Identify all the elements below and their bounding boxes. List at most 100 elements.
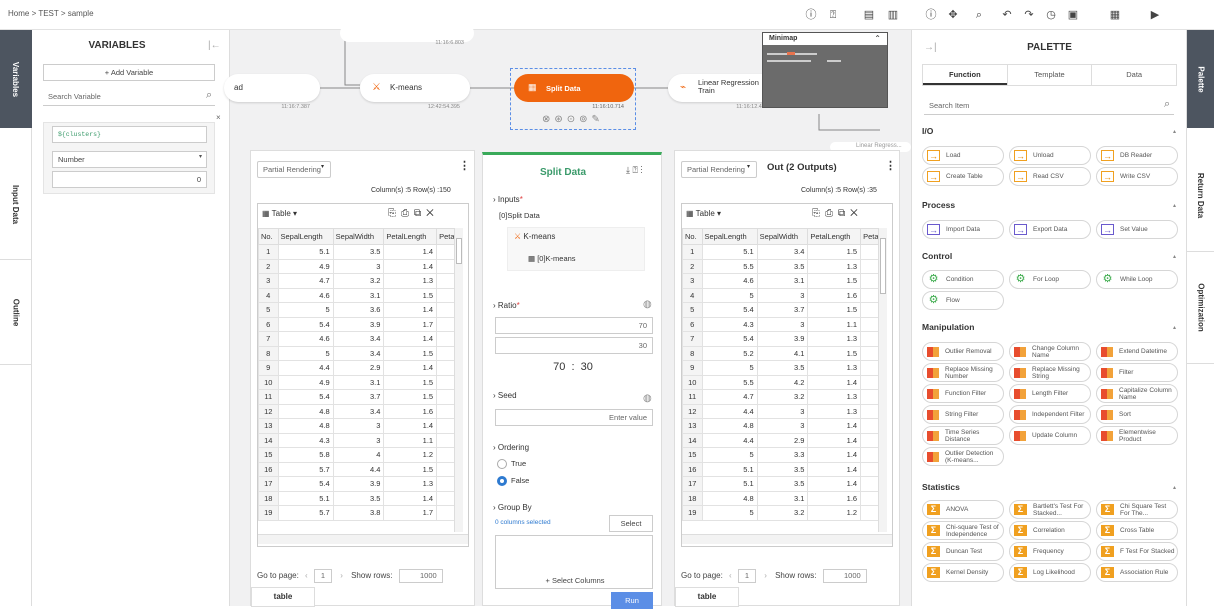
- palette-item-filter[interactable]: Filter: [1096, 363, 1178, 382]
- table-row[interactable]: 15 5 3.3 1.4: [682, 447, 887, 463]
- palette-item-outlier-detection-k-means[interactable]: Outlier Detection (K-means...: [922, 447, 1004, 466]
- palette-item-for-loop[interactable]: ⚙ For Loop: [1009, 270, 1091, 289]
- section-statistics[interactable]: Statistics: [922, 482, 960, 492]
- chevron-up-icon[interactable]: ⌃: [874, 34, 881, 43]
- palette-item-capitalize-column-name[interactable]: Capitalize Column Name: [1096, 384, 1178, 403]
- table-row[interactable]: 1 5.1 3.5 1.4: [258, 244, 463, 260]
- table-row[interactable]: 19 5.7 3.8 1.7: [258, 505, 463, 521]
- palette-item-function-filter[interactable]: Function Filter: [922, 384, 1004, 403]
- palette-item-elementwise-product[interactable]: Elementwise Product: [1096, 426, 1178, 445]
- redo-icon[interactable]: ↷: [1022, 8, 1036, 22]
- table-tool-icons[interactable]: ⎘⎙⧉✕: [812, 208, 863, 219]
- play-icon[interactable]: ▶: [1148, 8, 1162, 22]
- table-row[interactable]: 15 5.8 4 1.2: [258, 447, 463, 463]
- minimap[interactable]: Minimap ⌃: [762, 32, 888, 108]
- palette-item-f-test-for-stacked[interactable]: Σ F Test For Stacked: [1096, 542, 1178, 561]
- node-top[interactable]: 11:16:6.803: [340, 24, 474, 46]
- tab-template[interactable]: Template: [1006, 65, 1092, 85]
- chevron-up-icon[interactable]: ▴: [1173, 484, 1176, 491]
- seed-input[interactable]: Enter value: [495, 409, 653, 426]
- palette-item-association-rule[interactable]: Σ Association Rule: [1096, 563, 1178, 582]
- column-header[interactable]: No.: [258, 228, 279, 245]
- palette-item-replace-missing-number[interactable]: Replace Missing Number: [922, 363, 1004, 382]
- table-row[interactable]: 17 5.4 3.9 1.3: [258, 476, 463, 492]
- table-row[interactable]: 9 5 3.5 1.3: [682, 360, 887, 376]
- section-control[interactable]: Control: [922, 251, 952, 261]
- palette-item-chi-square-test-for-the[interactable]: Σ Chi Square Test For The...: [1096, 500, 1178, 519]
- table-row[interactable]: 10 4.9 3.1 1.5: [258, 374, 463, 390]
- palette-item-bartlett-s-test-for-stacked[interactable]: Σ Bartlett's Test For Stacked...: [1009, 500, 1091, 519]
- collapse-icon[interactable]: |←: [208, 40, 221, 51]
- table-row[interactable]: 5 5.4 3.7 1.5: [682, 302, 887, 318]
- vertical-scrollbar[interactable]: [454, 228, 463, 532]
- palette-item-chi-square-test-of-independence[interactable]: Σ Chi-square Test of Independence: [922, 521, 1004, 540]
- node-split-data[interactable]: ▦ Split Data 11:16:10.714: [514, 74, 634, 110]
- table-row[interactable]: 7 4.6 3.4 1.4: [258, 331, 463, 347]
- palette-item-correlation[interactable]: Σ Correlation: [1009, 521, 1091, 540]
- table-row[interactable]: 11 5.4 3.7 1.5: [258, 389, 463, 405]
- table-row[interactable]: 10 5.5 4.2 1.4: [682, 374, 887, 390]
- section-io[interactable]: I/O: [922, 126, 933, 136]
- save-icon[interactable]: ▣: [1066, 8, 1080, 22]
- palette-item-flow[interactable]: ⚙ Flow: [922, 291, 1004, 310]
- palette-item-log-likelihood[interactable]: Σ Log Likelihood: [1009, 563, 1091, 582]
- tab-input-data[interactable]: Input Data: [0, 150, 32, 260]
- horizontal-scrollbar[interactable]: [682, 534, 892, 544]
- horizontal-scrollbar[interactable]: [258, 534, 468, 544]
- variable-name-input[interactable]: ${clusters}: [52, 126, 207, 143]
- search-icon[interactable]: ⌕: [206, 89, 212, 102]
- table-row[interactable]: 9 4.4 2.9 1.4: [258, 360, 463, 376]
- ratio-a-input[interactable]: 70: [495, 317, 653, 334]
- help-icon[interactable]: ⍰: [826, 8, 840, 22]
- render-mode-select[interactable]: Partial Rendering: [681, 161, 757, 178]
- globe-icon[interactable]: ◍: [643, 393, 652, 404]
- palette-item-db-reader[interactable]: → DB Reader: [1096, 146, 1178, 165]
- table-row[interactable]: 11 4.7 3.2 1.3: [682, 389, 887, 405]
- table-row[interactable]: 4 5 3 1.6: [682, 287, 887, 303]
- tab-outline[interactable]: Outline: [0, 260, 32, 365]
- palette-item-sort[interactable]: Sort: [1096, 405, 1178, 424]
- globe-icon[interactable]: ◍: [643, 299, 652, 310]
- table-row[interactable]: 16 5.7 4.4 1.5: [258, 461, 463, 477]
- render-mode-select[interactable]: Partial Rendering: [257, 161, 331, 178]
- node-action-icons[interactable]: ⊗⊛⊙⊚✎: [542, 114, 604, 125]
- tab-function[interactable]: Function: [923, 65, 1007, 85]
- chevron-up-icon[interactable]: ▴: [1173, 253, 1176, 260]
- select-button[interactable]: Select: [609, 515, 653, 532]
- palette-item-condition[interactable]: ⚙ Condition: [922, 270, 1004, 289]
- radio-true[interactable]: True: [497, 459, 526, 470]
- search-item-input[interactable]: Search Item: [924, 98, 1174, 115]
- section-manipulation[interactable]: Manipulation: [922, 322, 974, 332]
- page-input[interactable]: 1: [737, 569, 756, 583]
- chevron-up-icon[interactable]: ▴: [1173, 324, 1176, 331]
- palette-item-unload[interactable]: → Unload: [1009, 146, 1091, 165]
- palette-item-anova[interactable]: Σ ANOVA: [922, 500, 1004, 519]
- table-row[interactable]: 17 5.1 3.5 1.4: [682, 476, 887, 492]
- column-header[interactable]: SepalWidth: [756, 228, 809, 245]
- palette-item-cross-table[interactable]: Σ Cross Table: [1096, 521, 1178, 540]
- add-variable-button[interactable]: + Add Variable: [43, 64, 215, 81]
- table-row[interactable]: 14 4.4 2.9 1.4: [682, 432, 887, 448]
- palette-item-length-filter[interactable]: Length Filter: [1009, 384, 1091, 403]
- table-row[interactable]: 18 4.8 3.1 1.6: [682, 490, 887, 506]
- info-icon[interactable]: ⓘ: [804, 8, 818, 22]
- tab-variables[interactable]: Variables: [0, 30, 32, 128]
- breadcrumb[interactable]: Home > TEST > sample: [8, 9, 94, 18]
- column-header[interactable]: PetalLength: [383, 228, 438, 245]
- column-header[interactable]: SepalWidth: [332, 228, 385, 245]
- table-row[interactable]: 3 4.7 3.2 1.3: [258, 273, 463, 289]
- palette-item-create-table[interactable]: → Create Table: [922, 167, 1004, 186]
- select-columns-box[interactable]: + Select Columns: [495, 535, 653, 589]
- table-row[interactable]: 16 5.1 3.5 1.4: [682, 461, 887, 477]
- palette-item-extend-datetime[interactable]: Extend Datetime: [1096, 342, 1178, 361]
- palette-item-replace-missing-string[interactable]: Replace Missing String: [1009, 363, 1091, 382]
- column-header[interactable]: SepalLength: [277, 228, 334, 245]
- table-row[interactable]: 6 4.3 3 1.1: [682, 316, 887, 332]
- table-row[interactable]: 19 5 3.2 1.2: [682, 505, 887, 521]
- table-row[interactable]: 6 5.4 3.9 1.7: [258, 316, 463, 332]
- circle-info-icon[interactable]: ⓘ: [924, 8, 938, 22]
- column-header[interactable]: SepalLength: [701, 228, 758, 245]
- chevron-up-icon[interactable]: ▴: [1173, 202, 1176, 209]
- run-button[interactable]: Run: [611, 592, 653, 609]
- table-row[interactable]: 12 4.4 3 1.3: [682, 403, 887, 419]
